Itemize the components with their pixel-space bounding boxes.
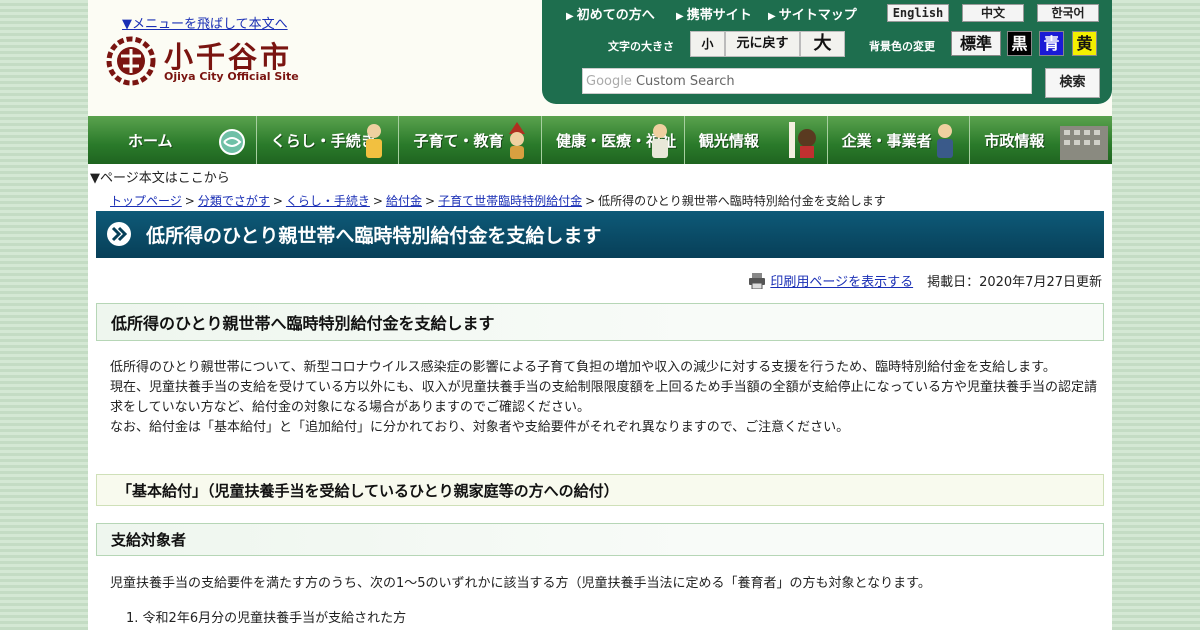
breadcrumb: トップページ > 分類でさがす > くらし・手続き > 給付金 > 子育て世帯臨時特例給付金 > 低… [110,194,886,208]
intro-text: 低所得のひとり親世帯について、新型コロナウイルス感染症の影響による子育て負担の増… [110,358,1100,438]
basic-benefit-heading: 「基本給付」（児童扶養手当を受給しているひとり親家庭等の方への給付） [96,474,1104,506]
skip-to-content-link[interactable]: ▼メニューを飛ばして本文へ [122,13,288,32]
child-icon [509,122,526,159]
breadcrumb-link[interactable]: くらし・手続き [286,194,370,208]
bull-mascot-icon [788,122,816,158]
nav-childcare[interactable]: 子育て・教育 [399,116,543,164]
site-logo-subtitle: Ojiya City Official Site [164,70,299,83]
global-nav: ホーム くらし・手続き 子育て・教育 健康・医療・福祉 観光情報 企業・事業者 … [88,116,1113,164]
lang-korean-button[interactable]: 한국어 [1037,4,1099,22]
search-input[interactable]: Google Custom Search [582,68,1032,94]
content-start-marker: ▼ページ本文はここから [90,171,230,186]
doctor-icon [651,124,668,158]
section-heading: 低所得のひとり親世帯へ臨時特別給付金を支給します [96,303,1104,341]
intro-paragraph: 低所得のひとり親世帯について、新型コロナウイルス感染症の影響による子育て負担の増… [110,360,1056,375]
color-standard-button[interactable]: 標準 [951,31,1001,56]
globe-icon [218,129,245,155]
font-size-label: 文字の大きさ [608,40,674,53]
nav-living[interactable]: くらし・手続き [256,116,400,164]
posted-date: 掲載日：2020年7月27日更新 [927,275,1102,290]
search-placeholder: Custom Search [635,74,735,89]
print-row: 印刷用ページを表示する 掲載日：2020年7月27日更新 [748,271,1102,290]
nav-cityhall[interactable]: 市政情報 [970,116,1113,164]
nav-home[interactable]: ホーム [88,116,257,164]
eligibility-list: 1. 令和2年6月分の児童扶養手当が支給された方 [126,607,406,626]
font-small-button[interactable]: 小 [690,31,725,57]
triangle-right-icon: ▶ [768,11,776,22]
breadcrumb-link[interactable]: 子育て世帯臨時特例給付金 [438,194,582,208]
building-icon [1060,126,1109,160]
first-visit-link[interactable]: ▶ 初めての方へ [566,4,655,23]
breadcrumb-link[interactable]: トップページ [110,194,182,208]
breadcrumb-link[interactable]: 給付金 [386,194,422,208]
color-black-button[interactable]: 黒 [1007,31,1032,56]
page-wrapper: ▼メニューを飛ばして本文へ 小千谷市 Ojiya City Official S… [88,0,1113,630]
double-chevron-icon [107,222,131,246]
color-blue-button[interactable]: 青 [1039,31,1064,56]
nav-tourism[interactable]: 観光情報 [684,116,828,164]
person-icon [366,124,383,158]
mobile-site-link[interactable]: ▶ 携帯サイト [676,4,752,23]
page-title: 低所得のひとり親世帯へ臨時特別給付金を支給します [146,225,602,247]
triangle-right-icon: ▶ [566,11,574,22]
font-reset-button[interactable]: 元に戻す [725,31,800,57]
utility-panel: ▶ 初めての方へ ▶ 携帯サイト ▶ サイトマップ English 中文 한국어 文字… [542,0,1112,104]
list-item: 令和2年6月分の児童扶養手当が支給された方 [142,611,407,626]
google-watermark: Google [586,74,632,89]
list-item-number: 1. [126,611,143,626]
triangle-right-icon: ▶ [676,11,684,22]
breadcrumb-link[interactable]: 分類でさがす [198,194,270,208]
nav-health[interactable]: 健康・医療・福祉 [542,116,685,164]
lang-english-button[interactable]: English [887,4,949,22]
eligibility-heading: 支給対象者 [96,523,1104,556]
intro-paragraph: 現在、児童扶養手当の支給を受けている方以外にも、収入が児童扶養手当の支給制限限度… [110,380,1097,415]
businessperson-icon [937,124,954,158]
color-yellow-button[interactable]: 黄 [1072,31,1097,56]
nav-business[interactable]: 企業・事業者 [827,116,971,164]
eligibility-text: 児童扶養手当の支給要件を満たす方のうち、次の1～5のいずれかに該当する方（児童扶… [110,576,931,591]
search-button[interactable]: 検索 [1045,68,1100,98]
city-emblem-icon [106,36,156,86]
lang-chinese-button[interactable]: 中文 [962,4,1024,22]
site-header: ▼メニューを飛ばして本文へ 小千谷市 Ojiya City Official S… [88,0,1112,116]
bg-color-label: 背景色の変更 [869,40,935,53]
intro-paragraph: なお、給付金は「基本給付」と「追加給付」に分かれており、対象者や支給要件がそれぞ… [110,420,850,435]
font-large-button[interactable]: 大 [800,31,845,57]
breadcrumb-current: 低所得のひとり親世帯へ臨時特別給付金を支給します [598,194,886,208]
page-title-bar: 低所得のひとり親世帯へ臨時特別給付金を支給します [96,211,1104,258]
sitemap-link[interactable]: ▶ サイトマップ [768,4,857,23]
printer-icon [749,272,766,289]
print-page-link[interactable]: 印刷用ページを表示する [770,271,913,290]
